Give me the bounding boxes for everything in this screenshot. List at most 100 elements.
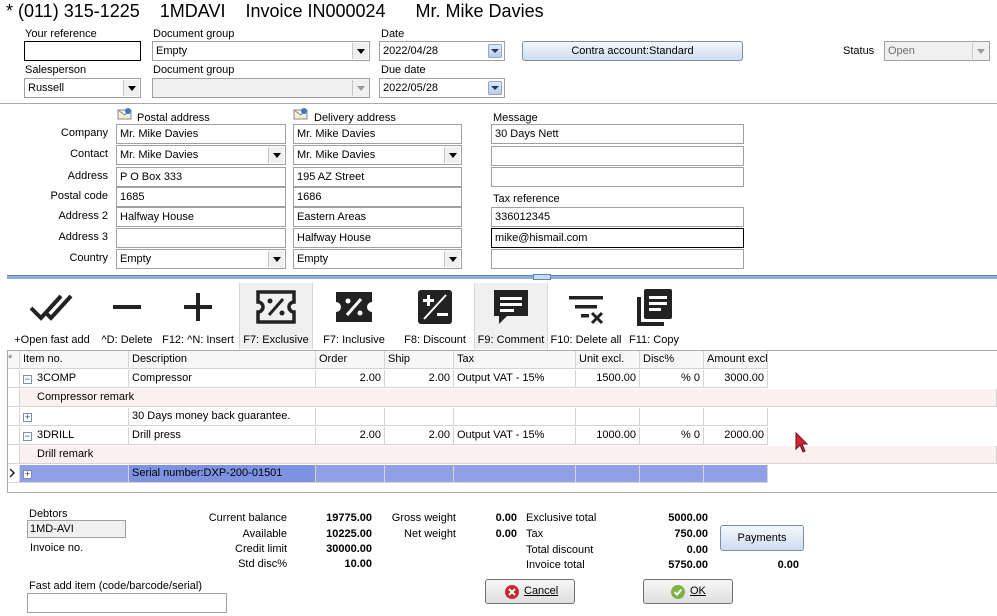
postal-address-3-input[interactable] [116,228,286,248]
grid-cell-unit-excl[interactable] [576,465,640,483]
grid-cell-item-no[interactable] [20,408,129,426]
delivery-company-input[interactable]: Mr. Mike Davies [293,124,462,144]
grid-cell-order[interactable] [316,408,385,426]
open-fast-add-button[interactable]: +Open fast add [8,283,96,349]
grid-remark-row[interactable]: Drill remark [20,446,997,464]
grid-cell-unit-excl[interactable]: 1500.00 [576,370,640,388]
email-input[interactable]: mike@hismail.com [491,228,744,248]
grid-header-unit-excl[interactable]: Unit excl. [576,351,640,369]
grid-cell-item-no[interactable] [20,465,129,483]
grid-cell-disc[interactable]: % 0 [640,427,704,445]
grid-cell-amount-excl[interactable] [704,465,768,483]
your-reference-input[interactable] [24,41,141,61]
grid-cell-disc[interactable]: % 0 [640,370,704,388]
grid-cell-ship[interactable]: 2.00 [385,427,454,445]
discount-button[interactable]: F8: Discount [395,283,475,349]
message-line-3-input[interactable] [491,167,744,187]
postal-company-input[interactable]: Mr. Mike Davies [116,124,286,144]
grid-header-order[interactable]: Order [316,351,385,369]
copy-button[interactable]: F11: Copy [624,283,684,349]
delivery-address-3-input[interactable]: Halfway House [293,228,462,248]
calendar-dropdown-icon[interactable] [488,44,502,58]
expand-icon[interactable]: + [23,413,32,422]
grid-cell-tax[interactable]: Output VAT - 15% [454,427,576,445]
grid-cell-unit-excl[interactable] [576,408,640,426]
calendar-dropdown-icon[interactable] [488,81,502,95]
due-date-input[interactable]: 2022/05/28 [379,78,505,98]
delivery-country-select[interactable]: Empty [293,249,462,269]
chevron-down-icon[interactable] [352,80,368,96]
status-select[interactable]: Open [884,41,990,61]
grid-header-disc[interactable]: Disc% [640,351,704,369]
grid-cell-ship[interactable] [385,465,454,483]
grid-cell-amount-excl[interactable]: 2000.00 [704,427,768,445]
grid-cell-unit-excl[interactable]: 1000.00 [576,427,640,445]
grid-cell-amount-excl[interactable] [704,408,768,426]
exclusive-button[interactable]: F7: Exclusive [239,283,313,349]
salesperson-select[interactable]: Russell [24,78,141,98]
grid-cell-description[interactable]: Compressor [129,370,316,388]
delivery-postal-code-input[interactable]: 1686 [293,187,462,207]
expand-icon[interactable]: + [23,470,32,479]
message-line-1-input[interactable]: 30 Days Nett [491,124,744,144]
grid-cell-item-no[interactable]: 3DRILL [20,427,129,445]
grid-cell-order[interactable] [316,465,385,483]
grid-cell-ship[interactable] [385,408,454,426]
splitter-bar[interactable] [7,275,997,279]
grid-remark-row[interactable]: Compressor remark [20,389,997,407]
ok-button[interactable]: OK [643,579,733,604]
chevron-down-icon[interactable] [972,43,988,59]
grid-header-description[interactable]: Description [129,351,316,369]
grid-cell-tax[interactable] [454,408,576,426]
collapse-icon[interactable]: − [23,375,32,384]
grid-cell-disc[interactable] [640,465,704,483]
grid-cell-description[interactable]: Serial number:DXP-200-01501 [129,465,316,483]
chevron-down-icon[interactable] [352,43,368,59]
grid-cell-description[interactable]: 30 Days money back guarantee. [129,408,316,426]
grid-cell-amount-excl[interactable]: 3000.00 [704,370,768,388]
document-group-select[interactable]: Empty [152,41,370,61]
grid-header-tax[interactable]: Tax [454,351,576,369]
chevron-down-icon[interactable] [444,251,460,267]
extra-input[interactable] [491,249,744,269]
message-line-2-input[interactable] [491,146,744,166]
splitter-grip[interactable] [533,274,551,280]
delete-all-button[interactable]: F10: Delete all [548,283,624,349]
postal-contact-select[interactable]: Mr. Mike Davies [116,145,286,165]
grid-cell-tax[interactable]: Output VAT - 15% [454,370,576,388]
chevron-down-icon[interactable] [268,147,284,163]
date-input[interactable]: 2022/04/28 [379,41,505,61]
postal-address-2-input[interactable]: Halfway House [116,207,286,227]
contra-account-button[interactable]: Contra account:Standard [522,41,743,61]
grid-header-ship[interactable]: Ship [385,351,454,369]
document-group-2-select[interactable] [152,78,370,98]
postal-address-input[interactable]: P O Box 333 [116,167,286,187]
delivery-address-2-input[interactable]: Eastern Areas [293,207,462,227]
comment-button[interactable]: F9: Comment [474,283,548,349]
grid-cell-item-no[interactable]: 3COMP [20,370,129,388]
chevron-down-icon[interactable] [444,147,460,163]
chevron-down-icon[interactable] [268,251,284,267]
grid-header-amount-excl[interactable]: Amount excl [704,351,768,369]
fast-add-input[interactable] [27,593,227,613]
grid-cell-description[interactable]: Drill press [129,427,316,445]
grid-header-item-no[interactable]: Item no. [20,351,129,369]
grid-cell-ship[interactable]: 2.00 [385,370,454,388]
delivery-address-input[interactable]: 195 AZ Street [293,167,462,187]
grid-cell-tax[interactable] [454,465,576,483]
grid-cell-order[interactable]: 2.00 [316,370,385,388]
insert-button[interactable]: F12: ^N: Insert [158,283,238,349]
chevron-down-icon[interactable] [123,80,139,96]
postal-code-input[interactable]: 1685 [116,187,286,207]
grid-cell-disc[interactable] [640,408,704,426]
tax-reference-input[interactable]: 336012345 [491,207,744,227]
grid-cell-order[interactable]: 2.00 [316,427,385,445]
postal-country-select[interactable]: Empty [116,249,286,269]
delivery-contact-select[interactable]: Mr. Mike Davies [293,145,462,165]
inclusive-button[interactable]: F7: Inclusive [313,283,395,349]
delete-button[interactable]: ^D: Delete [96,283,158,349]
payments-button[interactable]: Payments [720,525,804,551]
exclusive-label: F7: Exclusive [243,334,309,346]
collapse-icon[interactable]: − [23,432,32,441]
cancel-button[interactable]: Cancel [485,579,575,604]
